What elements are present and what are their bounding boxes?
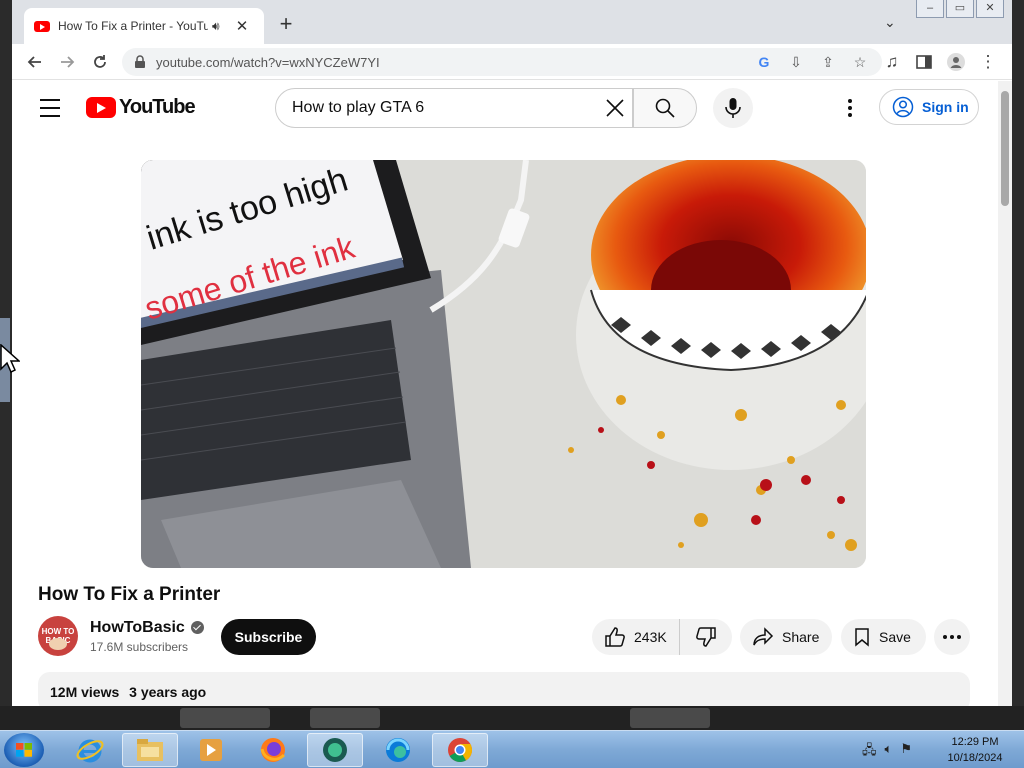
url-text: youtube.com/watch?v=wxNYCZeW7YI [156,54,380,70]
channel-name-row[interactable]: HowToBasic [90,619,204,637]
clock-time: 12:29 PM [951,736,999,748]
sign-in-button[interactable]: Sign in [879,89,979,125]
install-app-icon[interactable]: ⇩ [786,52,806,72]
thumbs-up-icon [605,627,625,647]
volume-icon[interactable]: 🔈︎ [885,741,893,763]
speaker-icon[interactable]: 🔊︎ [212,19,228,34]
like-dislike-group: 243K [592,619,732,655]
upload-age: 3 years ago [129,684,207,700]
hamburger-menu-icon[interactable] [38,97,62,119]
voice-search-button[interactable] [713,88,753,128]
tab-search-chevron-icon[interactable]: ⌄ [884,14,896,31]
media-player-icon[interactable] [183,733,239,767]
dislike-button[interactable] [680,619,732,655]
video-frame: ink is too high some of the ink [141,160,866,568]
taskbar-clock[interactable]: 12:29 PM 10/18/2024 [940,734,1010,766]
action-center-flag-icon[interactable]: ⚑ [900,741,912,763]
bookmark-icon [855,628,869,647]
system-tray: 🖧︎ 🔈︎ ⚑ [862,741,912,763]
verified-badge-icon [190,621,204,634]
chrome-icon[interactable] [432,733,488,767]
channel-avatar[interactable]: HOW TO BASIC [38,616,78,656]
browser-window: How To Fix a Printer - YouTube 🔊︎ ✕ + ⌄ … [12,0,1012,706]
more-actions-button[interactable] [934,619,970,655]
youtube-play-icon [86,97,116,118]
share-button[interactable]: Share [740,619,832,655]
video-player[interactable]: ink is too high some of the ink [141,160,866,568]
sign-in-label: Sign in [922,99,969,115]
window-controls: – ▭ ✕ [916,0,1004,18]
channel-owner: HOW TO BASIC HowToBasic 17.6M subscriber… [38,616,204,656]
browser-toolbar: youtube.com/watch?v=wxNYCZeW7YI G ⇩ ⇪ ☆ … [12,44,1012,80]
video-title: How To Fix a Printer [38,584,221,605]
new-tab-icon[interactable]: + [274,12,298,36]
subscribe-button[interactable]: Subscribe [221,619,316,655]
logo-text: YouTube [119,96,196,118]
channel-name: HowToBasic [90,618,185,636]
file-explorer-icon[interactable] [122,733,178,767]
side-panel-icon[interactable] [912,50,936,74]
firefox-icon[interactable] [245,733,301,767]
page-scrollbar[interactable] [998,81,1012,706]
like-button[interactable]: 243K [592,619,680,655]
network-icon[interactable]: 🖧︎ [862,741,877,763]
clock-date: 10/18/2024 [947,752,1003,764]
edge-dev-icon[interactable] [307,733,363,767]
close-tab-icon[interactable]: ✕ [234,17,250,35]
search-query: How to play GTA 6 [292,99,425,116]
search-input[interactable]: How to play GTA 6 [275,88,633,128]
save-label: Save [879,629,911,645]
desktop-right-strip [1012,0,1024,730]
subscriber-count: 17.6M subscribers [90,639,189,654]
description-box[interactable]: 12M views 3 years ago [38,672,970,706]
mouse-cursor-icon [0,344,20,374]
search-button[interactable] [633,88,697,128]
youtube-header: YouTube How to play GTA 6 Sign in [12,81,998,135]
thumbs-down-icon [696,627,716,647]
internet-explorer-icon[interactable] [62,733,118,767]
tab-strip: How To Fix a Printer - YouTube 🔊︎ ✕ + ⌄ … [12,0,1012,44]
view-count: 12M views [50,684,120,700]
close-window-icon[interactable]: ✕ [976,0,1004,18]
lock-icon [135,55,145,68]
desktop-bottom-strip [0,706,1024,730]
search-icon [655,98,675,118]
microphone-icon [725,98,741,118]
save-button[interactable]: Save [841,619,926,655]
share-arrow-icon [753,627,774,646]
share-label: Share [782,629,820,645]
windows-taskbar: 🖧︎ 🔈︎ ⚑ 12:29 PM 10/18/2024 [0,730,1024,768]
settings-more-icon[interactable] [838,96,862,120]
youtube-page: YouTube How to play GTA 6 Sign in ink is… [12,81,1012,706]
start-button[interactable] [4,733,44,767]
browser-tab[interactable]: How To Fix a Printer - YouTube 🔊︎ ✕ [24,8,264,44]
clear-search-icon[interactable] [604,97,626,119]
youtube-logo[interactable]: YouTube [86,96,196,119]
forward-arrow-icon[interactable] [55,50,79,74]
youtube-favicon-icon [34,20,50,32]
bookmark-star-icon[interactable]: ☆ [850,52,870,72]
reload-icon[interactable] [88,50,112,74]
back-arrow-icon[interactable] [23,50,47,74]
browser-menu-icon[interactable]: ⋮ [976,50,1000,74]
google-lens-icon[interactable]: G [754,52,774,72]
profile-avatar-icon[interactable] [944,50,968,74]
edge-icon[interactable] [370,733,426,767]
minimize-icon[interactable]: – [916,0,944,18]
address-bar[interactable]: youtube.com/watch?v=wxNYCZeW7YI G ⇩ ⇪ ☆ [122,48,882,76]
maximize-icon[interactable]: ▭ [946,0,974,18]
avatar-text: HOW TO BASIC [41,627,75,645]
media-control-icon[interactable]: ♫ [880,50,904,74]
tab-title: How To Fix a Printer - YouTube [58,19,208,33]
scrollbar-thumb[interactable] [1001,91,1009,206]
account-circle-icon [892,96,914,118]
share-page-icon[interactable]: ⇪ [818,52,838,72]
like-count: 243K [634,629,667,645]
